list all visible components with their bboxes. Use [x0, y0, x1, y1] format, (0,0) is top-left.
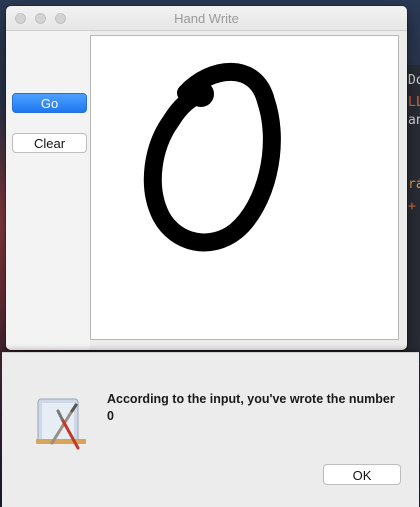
window-title: Hand Write: [174, 11, 239, 26]
title-bar[interactable]: Hand Write: [6, 6, 407, 31]
hand-write-window: Hand Write Go Clear: [6, 6, 407, 350]
dialog-message: According to the input, you've wrote the…: [107, 392, 395, 423]
handwritten-digit-drawing: [143, 62, 281, 252]
code-fragment: ra: [408, 177, 420, 192]
code-fragment: an: [408, 113, 420, 128]
sidebar: Go Clear: [6, 31, 90, 350]
stroke-start-dot: [188, 81, 214, 107]
ok-button[interactable]: OK: [323, 464, 401, 485]
go-button[interactable]: Go: [12, 93, 87, 113]
app-installer-icon: [36, 398, 86, 450]
background-code-editor: Do LL an ra +: [406, 65, 420, 365]
code-fragment: LL: [408, 95, 420, 110]
clear-button[interactable]: Clear: [12, 133, 87, 153]
drawing-canvas[interactable]: [90, 35, 399, 340]
code-fragment: +: [408, 199, 416, 214]
code-fragment: Do: [408, 73, 420, 88]
result-dialog: According to the input, you've wrote the…: [2, 352, 419, 507]
